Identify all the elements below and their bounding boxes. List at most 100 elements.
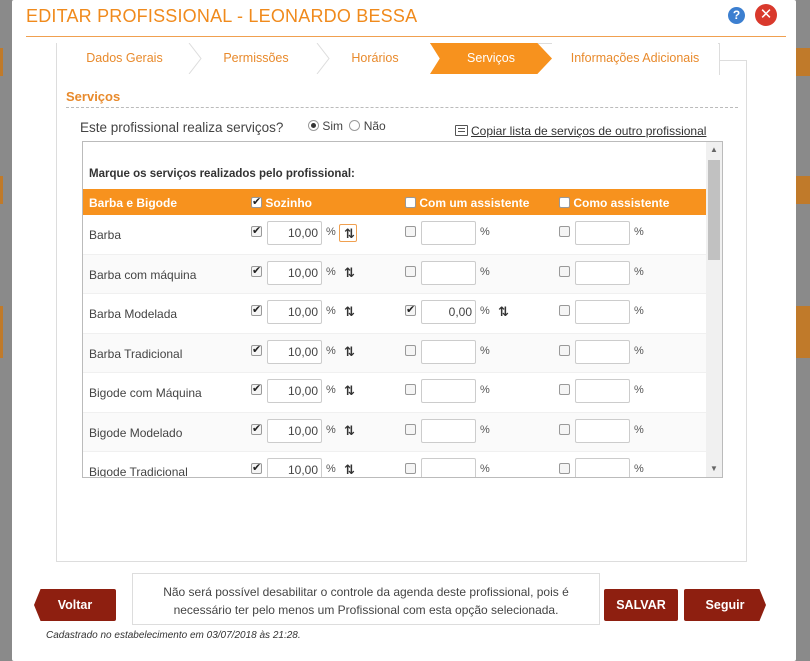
alone-percent-input[interactable]: 10,00 [267,458,322,477]
percent-sign: % [326,384,336,396]
as-assistant-percent-input[interactable] [575,221,630,245]
alone-percent-input[interactable]: 10,00 [267,379,322,403]
with-assistant-cell: % [421,379,521,405]
swap-order-icon[interactable]: ⇅ [339,382,357,400]
header-as-assistant-label: Como assistente [573,196,670,210]
with-assistant-percent-input[interactable] [421,458,476,477]
table-row: Barba Tradicional10,00%⇅%% [83,333,706,373]
copy-services-link-text: Copiar lista de serviços de outro profis… [471,124,707,138]
next-button[interactable]: Seguir [684,589,766,621]
alone-percent-input[interactable]: 10,00 [267,418,322,443]
as-assistant-checkbox[interactable] [559,305,570,316]
alone-percent-input[interactable]: 10,00 [267,300,322,324]
tab-separator [188,43,202,74]
alone-percent-input[interactable]: 10,00 [267,339,322,364]
with-assistant-checkbox[interactable] [405,384,416,395]
close-icon[interactable]: ✕ [755,4,777,26]
help-icon[interactable]: ? [728,7,745,24]
as-assistant-percent-input[interactable] [575,260,630,285]
percent-sign: % [480,305,490,317]
select-all-alone-checkbox[interactable] [251,195,262,208]
alone-percent-input[interactable]: 10,00 [267,221,322,245]
with-assistant-checkbox[interactable] [405,463,416,474]
select-all-as-assistant-checkbox[interactable] [559,197,570,208]
table-body: Barba10,00%⇅%%Barba com máquina10,00%⇅%%… [83,215,706,477]
with-assistant-checkbox[interactable] [405,265,416,277]
alone-checkbox[interactable] [251,422,262,435]
copy-services-link[interactable]: Copiar lista de serviços de outro profis… [455,124,706,138]
percent-sign: % [480,463,490,475]
as-assistant-percent-input[interactable] [575,339,630,364]
swap-order-icon[interactable]: ⇅ [339,264,357,282]
tab-permissoes[interactable]: Permissões [192,43,320,74]
as-assistant-cell: % [575,221,675,247]
as-assistant-cell: % [575,379,675,405]
alone-checkbox[interactable] [251,303,262,316]
scroll-down-icon[interactable]: ▼ [706,461,722,477]
swap-order-icon[interactable]: ⇅ [339,224,357,242]
edit-professional-modal: EDITAR PROFISSIONAL - LEONARDO BESSA ? ✕… [12,0,796,661]
with-assistant-percent-input[interactable] [421,379,476,403]
alone-checkbox[interactable] [251,224,262,237]
with-assistant-checkbox[interactable] [405,423,416,435]
with-assistant-percent-input[interactable]: 0,00 [421,300,476,324]
background-tab [796,176,810,204]
as-assistant-percent-input[interactable] [575,300,630,324]
alone-checkbox[interactable] [251,382,262,395]
with-assistant-cell: % [421,221,521,247]
percent-sign: % [634,384,644,396]
as-assistant-checkbox[interactable] [559,344,570,356]
with-assistant-percent-input[interactable] [421,418,476,443]
radio-nao[interactable] [349,120,361,131]
with-assistant-checkbox[interactable] [405,303,416,316]
percent-sign: % [634,265,644,278]
select-all-with-assistant-checkbox[interactable] [405,197,416,208]
with-assistant-percent-input[interactable] [421,339,476,364]
as-assistant-cell: % [575,458,675,477]
as-assistant-percent-input[interactable] [575,418,630,443]
with-assistant-cell: % [421,418,521,445]
alone-percent-input[interactable]: 10,00 [267,260,322,285]
scroll-up-icon[interactable]: ▲ [706,142,722,158]
swap-order-icon[interactable]: ⇅ [339,422,357,440]
as-assistant-checkbox[interactable] [559,265,570,277]
with-assistant-percent-input[interactable] [421,260,476,285]
swap-order-icon[interactable]: ⇅ [339,461,357,477]
alone-checkbox[interactable] [251,461,262,474]
radio-sim[interactable] [308,120,319,131]
table-scrollbar[interactable]: ▲ ▼ [706,142,722,477]
tab-servicos[interactable]: Serviços [430,43,552,74]
swap-order-icon[interactable]: ⇅ [339,303,357,321]
as-assistant-cell: % [575,339,675,366]
as-assistant-checkbox[interactable] [559,384,570,395]
tab-horarios[interactable]: Horários [320,43,430,74]
percent-sign: % [634,226,644,238]
swap-order-icon[interactable]: ⇅ [339,343,357,361]
as-assistant-checkbox[interactable] [559,423,570,435]
service-name: Barba [89,228,122,242]
alone-checkbox[interactable] [251,264,262,277]
table-instruction: Marque os serviços realizados pelo profi… [89,168,355,180]
save-button[interactable]: SALVAR [604,589,678,621]
with-assistant-checkbox[interactable] [405,344,416,356]
title-divider [26,36,786,37]
with-assistant-percent-input[interactable] [421,221,476,245]
notice-message: Não será possível desabilitar o controle… [132,573,600,625]
alone-cell: 10,00% ⇅ [267,339,367,366]
as-assistant-checkbox[interactable] [559,463,570,474]
tab-dados-gerais[interactable]: Dados Gerais [57,43,192,74]
service-name: Barba com máquina [89,267,197,282]
as-assistant-percent-input[interactable] [575,379,630,403]
service-name: Bigode Modelado [89,425,183,440]
tab-separator [316,43,330,74]
as-assistant-checkbox[interactable] [559,226,570,237]
with-assistant-checkbox[interactable] [405,226,416,237]
tab-informacoes-adicionais[interactable]: Informações Adicionais [552,43,718,74]
alone-checkbox[interactable] [251,343,262,356]
alone-cell: 10,00% ⇅ [267,379,367,405]
scroll-thumb[interactable] [708,160,720,260]
as-assistant-percent-input[interactable] [575,458,630,477]
back-button[interactable]: Voltar [34,589,116,621]
services-radio-group: Sim Não [308,119,386,133]
swap-order-icon[interactable]: ⇅ [493,303,511,321]
